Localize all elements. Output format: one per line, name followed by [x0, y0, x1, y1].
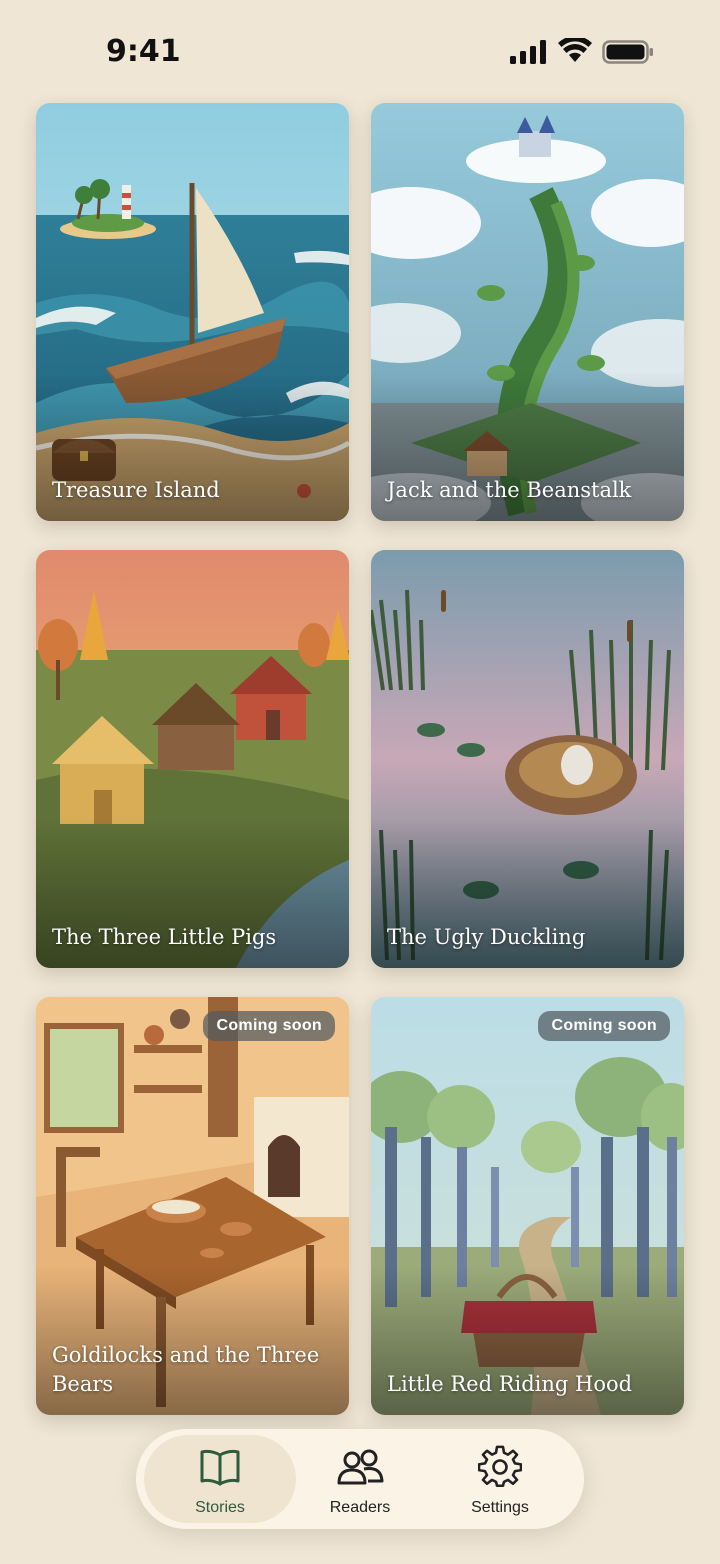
story-title: Jack and the Beanstalk	[387, 478, 632, 502]
story-title: Goldilocks and the Three Bears	[52, 1343, 320, 1396]
coming-soon-badge: Coming soon	[538, 1011, 670, 1041]
story-card-treasure-island[interactable]: Treasure Island	[36, 103, 349, 521]
tab-label: Settings	[471, 1499, 529, 1516]
tab-settings[interactable]: Settings	[424, 1435, 576, 1523]
tab-label: Stories	[195, 1499, 245, 1516]
story-card-jack-and-the-beanstalk[interactable]: Jack and the Beanstalk	[371, 103, 684, 521]
story-title: The Ugly Duckling	[387, 925, 586, 949]
gear-icon	[478, 1445, 522, 1487]
tab-readers[interactable]: Readers	[284, 1435, 436, 1523]
battery-icon	[602, 40, 653, 64]
story-title: Little Red Riding Hood	[387, 1372, 633, 1396]
story-card-three-little-pigs[interactable]: The Three Little Pigs	[36, 550, 349, 968]
status-time: 9:41	[106, 34, 181, 69]
status-bar: 9:41	[0, 0, 720, 104]
story-card-goldilocks[interactable]: Coming soon Goldilocks and the Three Bea…	[36, 997, 349, 1415]
book-icon	[200, 1449, 240, 1486]
coming-soon-badge: Coming soon	[203, 1011, 335, 1041]
people-icon	[337, 1449, 384, 1485]
tab-label: Readers	[329, 1499, 391, 1516]
tab-bar: Stories Readers Settings	[136, 1429, 584, 1529]
story-card-ugly-duckling[interactable]: The Ugly Duckling	[371, 550, 684, 968]
story-title: Treasure Island	[52, 478, 220, 502]
story-title: The Three Little Pigs	[52, 925, 277, 949]
tab-stories[interactable]: Stories	[144, 1435, 296, 1523]
cellular-signal-icon	[510, 40, 546, 64]
wifi-icon	[558, 38, 592, 62]
story-card-little-red-riding-hood[interactable]: Coming soon Little Red Riding Hood	[371, 997, 684, 1415]
